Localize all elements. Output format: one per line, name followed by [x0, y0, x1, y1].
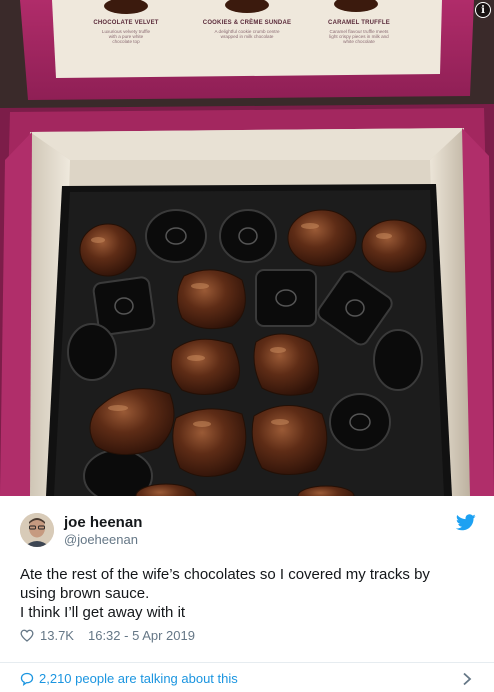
tweet-text-line: Ate the rest of the wife’s chocolates so… — [20, 566, 430, 583]
card-description: A delightful cookie crumb centre wrapped… — [214, 29, 280, 40]
tweet-photo[interactable]: CHOCOLATE VELVET Luxurious velvety truff… — [0, 0, 494, 496]
card-item-3: CARAMEL TRUFFLE Caramel flavour truffle … — [304, 20, 414, 45]
user-handle[interactable]: @joeheenan — [64, 532, 138, 547]
card-description: Luxurious velvety truffle with a pure wh… — [101, 29, 151, 45]
card-item-2: COOKIES & CRÈME SUNDAE A delightful cook… — [188, 20, 306, 39]
tweet-text-line: using brown sauce. — [20, 585, 150, 602]
chevron-right-icon[interactable] — [462, 672, 472, 686]
chocolate-box-illustration — [0, 0, 494, 496]
tweet-card: joe heenan @joeheenan Ate the rest of th… — [0, 496, 494, 692]
user-avatar-icon — [20, 513, 54, 547]
divider — [0, 662, 494, 663]
conversation-link[interactable]: 2,210 people are talking about this — [20, 671, 238, 686]
card-description: Caramel flavour truffle meets light cris… — [329, 29, 389, 45]
like-count[interactable]: 13.7K — [40, 628, 74, 643]
info-icon[interactable]: i — [475, 2, 491, 18]
display-name[interactable]: joe heenan — [64, 514, 142, 531]
card-title: CHOCOLATE VELVET — [93, 20, 159, 26]
card-title: CARAMEL TRUFFLE — [328, 20, 390, 26]
speech-bubble-icon — [20, 672, 34, 686]
card-title: COOKIES & CRÈME SUNDAE — [202, 20, 292, 26]
avatar[interactable] — [20, 513, 54, 547]
card-item-1: CHOCOLATE VELVET Luxurious velvety truff… — [76, 20, 176, 45]
twitter-bird-icon[interactable] — [456, 514, 476, 531]
heart-icon[interactable] — [20, 629, 34, 642]
tweet-meta: 13.7K 16:32 - 5 Apr 2019 — [20, 628, 195, 643]
tweet-text: Ate the rest of the wife’s chocolates so… — [20, 565, 480, 622]
conversation-count: 2,210 people are talking about this — [39, 671, 238, 686]
tweet-text-line: I think I’ll get away with it — [20, 604, 186, 621]
tweet-timestamp[interactable]: 16:32 - 5 Apr 2019 — [88, 628, 195, 643]
